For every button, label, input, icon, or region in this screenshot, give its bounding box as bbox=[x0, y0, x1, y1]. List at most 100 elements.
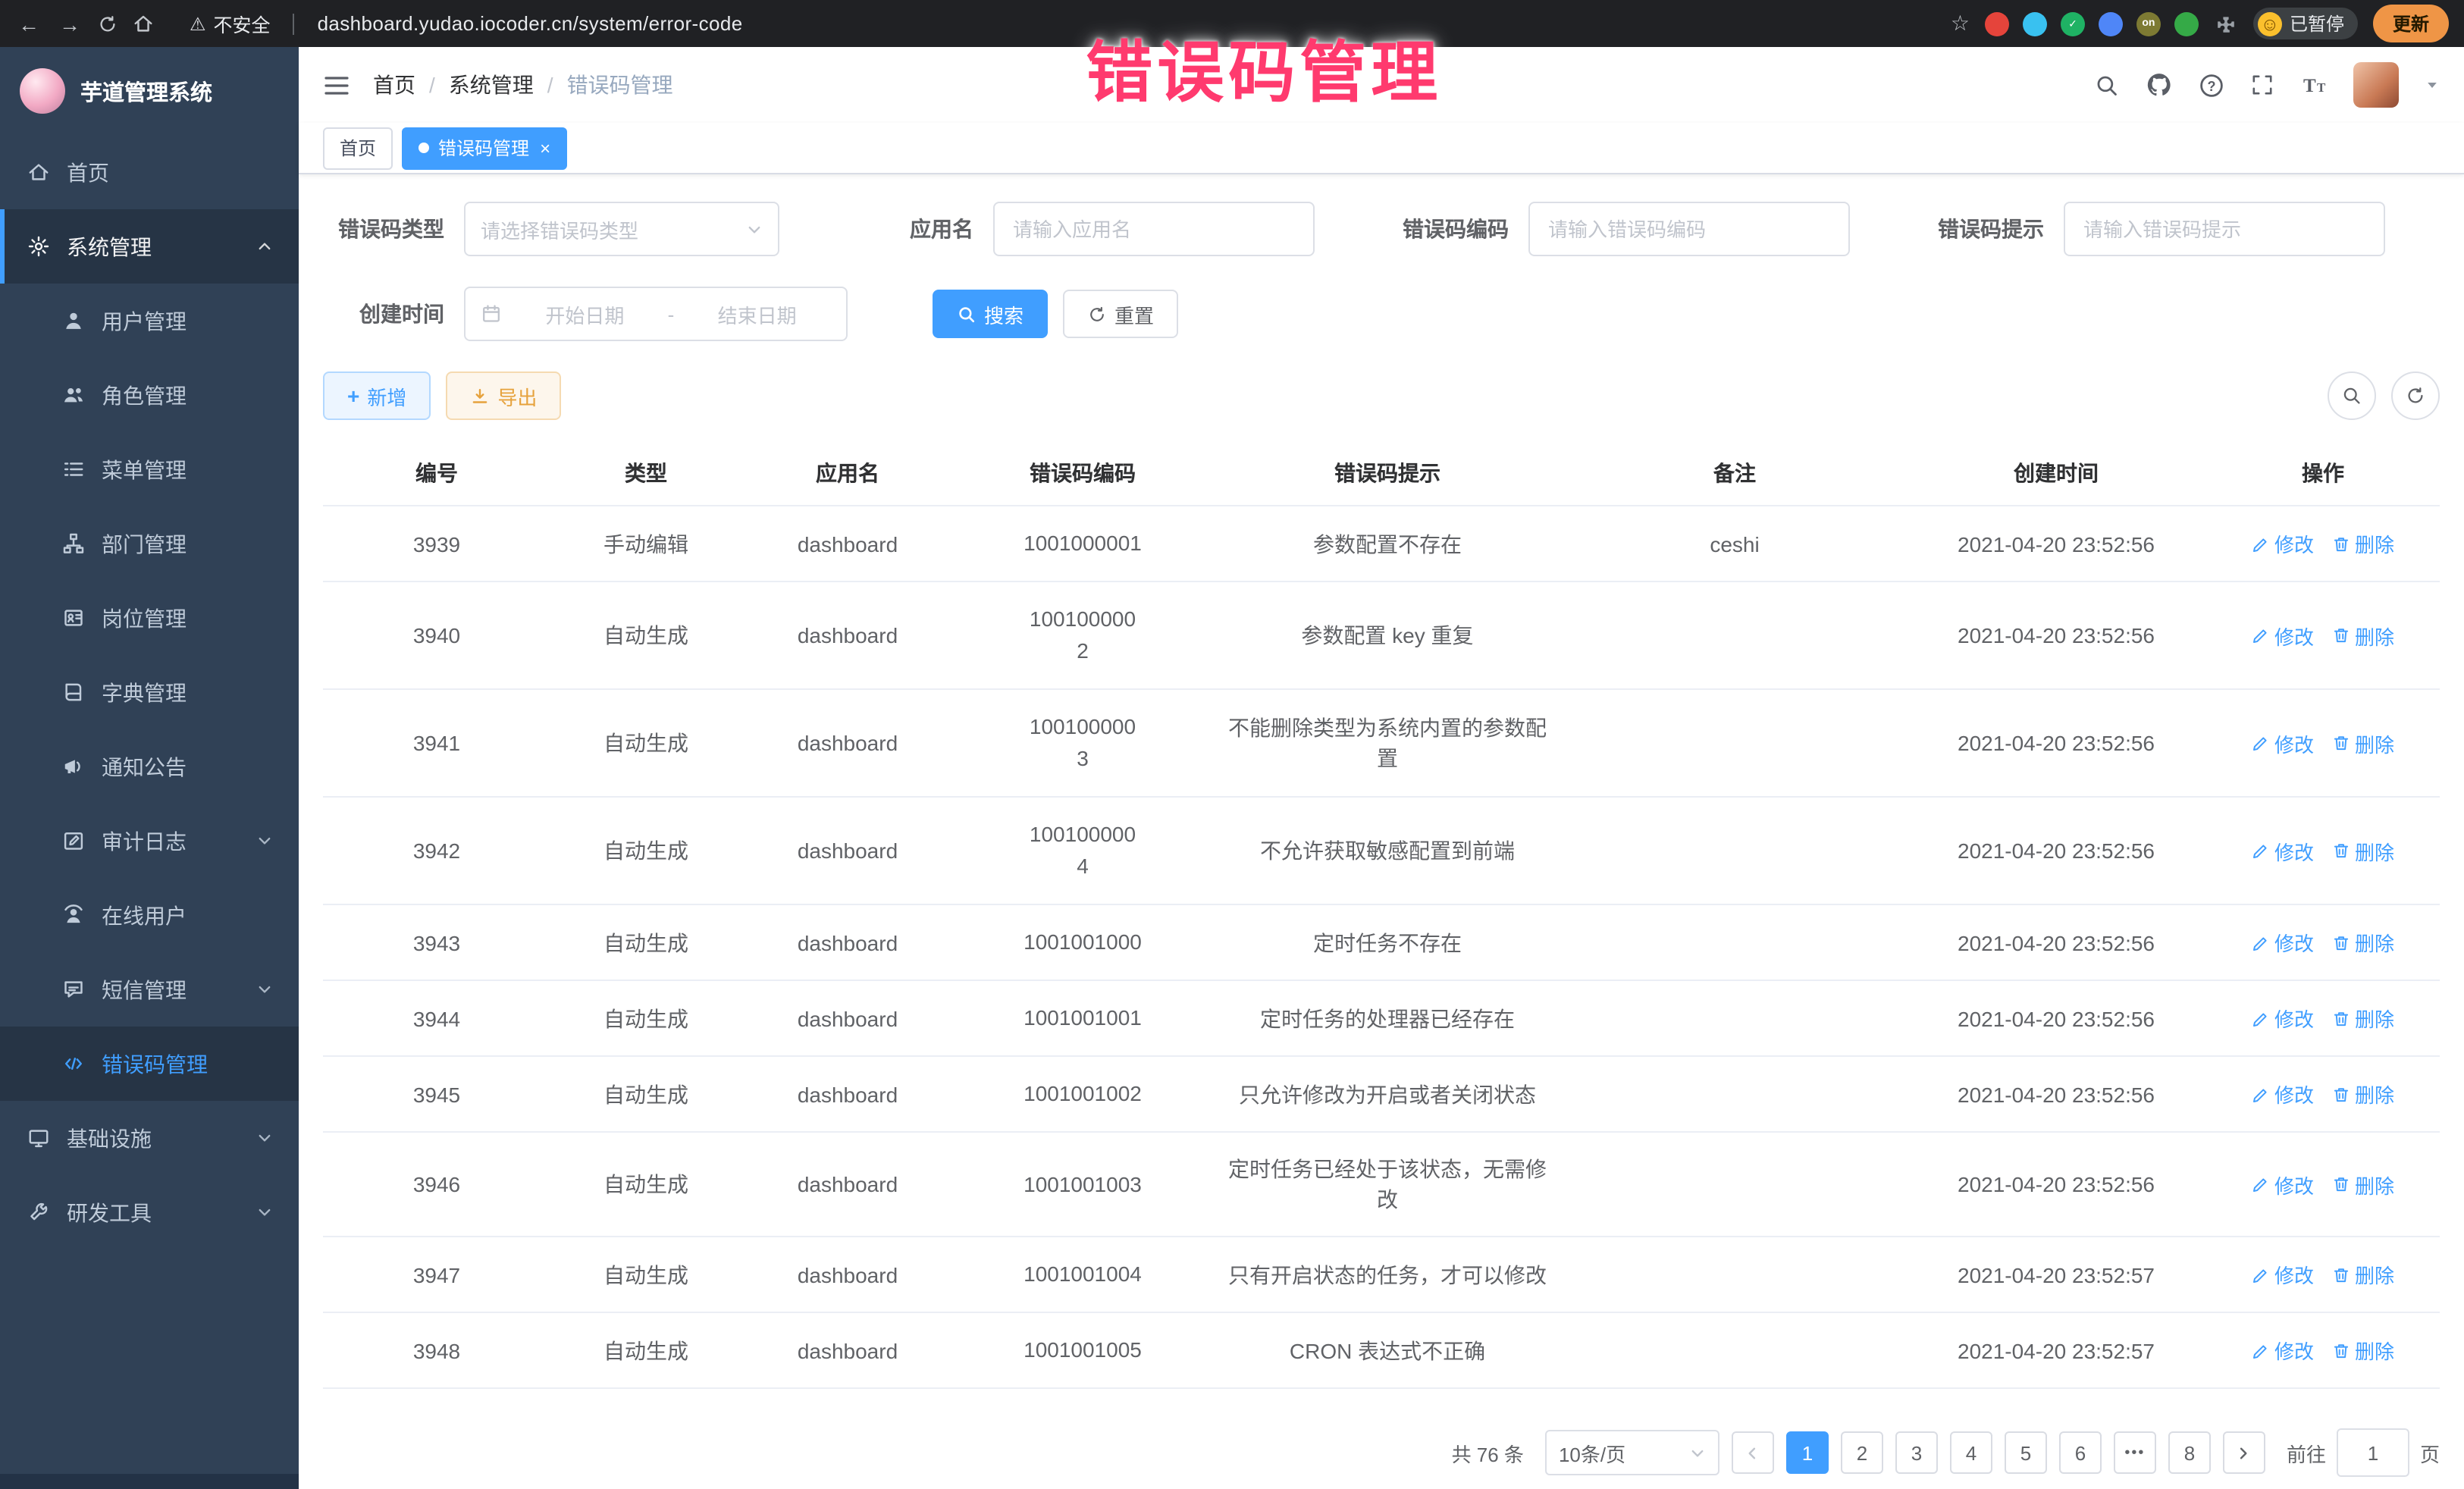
sidebar-item-infra[interactable]: 基础设施 bbox=[0, 1101, 299, 1175]
fullscreen-icon[interactable] bbox=[2250, 73, 2274, 97]
page-button-6[interactable]: 6 bbox=[2059, 1431, 2102, 1474]
sidebar-item-system[interactable]: 系统管理 bbox=[0, 209, 299, 284]
edit-link[interactable]: 修改 bbox=[2252, 621, 2314, 650]
people-extension-icon[interactable] bbox=[2099, 11, 2123, 36]
code-icon bbox=[61, 1052, 86, 1075]
export-button[interactable]: 导出 bbox=[446, 371, 561, 420]
delete-link[interactable]: 删除 bbox=[2332, 1260, 2394, 1289]
sidebar-item-menus[interactable]: 菜单管理 bbox=[0, 432, 299, 506]
sidebar-item-errcode[interactable]: 错误码管理 bbox=[0, 1027, 299, 1101]
page-button-2[interactable]: 2 bbox=[1841, 1431, 1883, 1474]
help-icon[interactable]: ? bbox=[2199, 72, 2224, 98]
goto-page-input[interactable] bbox=[2337, 1428, 2409, 1477]
url-text[interactable]: dashboard.yudao.iocoder.cn/system/error-… bbox=[318, 12, 743, 35]
hamburger-icon[interactable] bbox=[323, 74, 350, 96]
edit-link[interactable]: 修改 bbox=[2252, 928, 2314, 957]
edit-link[interactable]: 修改 bbox=[2252, 529, 2314, 558]
delete-link[interactable]: 删除 bbox=[2332, 1080, 2394, 1108]
edit-link[interactable]: 修改 bbox=[2252, 1260, 2314, 1289]
delete-link[interactable]: 删除 bbox=[2332, 836, 2394, 865]
prev-page-button[interactable] bbox=[1732, 1431, 1774, 1474]
sidebar-item-online[interactable]: 在线用户 bbox=[0, 878, 299, 952]
delete-link[interactable]: 删除 bbox=[2332, 1170, 2394, 1199]
security-indicator[interactable]: ⚠ 不安全 bbox=[190, 9, 271, 38]
date-range-picker[interactable]: 开始日期 - 结束日期 bbox=[464, 287, 848, 341]
cell-app: dashboard bbox=[741, 1056, 954, 1132]
goto-label: 前往 bbox=[2287, 1438, 2326, 1467]
column-header: 创建时间 bbox=[1906, 441, 2206, 506]
app-logo[interactable]: 芋道管理系统 bbox=[0, 47, 299, 135]
calendar-icon bbox=[481, 303, 502, 324]
forward-icon[interactable]: → bbox=[56, 11, 83, 36]
sidebar-item-devtools[interactable]: 研发工具 bbox=[0, 1175, 299, 1249]
delete-link[interactable]: 删除 bbox=[2332, 1004, 2394, 1033]
edit-link[interactable]: 修改 bbox=[2252, 1004, 2314, 1033]
home-icon[interactable] bbox=[132, 12, 155, 35]
error-hint-input[interactable] bbox=[2064, 202, 2385, 256]
reload-icon[interactable] bbox=[97, 13, 118, 34]
edit-link[interactable]: 修改 bbox=[2252, 1170, 2314, 1199]
sidebar-item-dict[interactable]: 字典管理 bbox=[0, 655, 299, 729]
breadcrumb-item[interactable]: 系统管理 bbox=[449, 70, 534, 100]
search-button[interactable]: 搜索 bbox=[933, 290, 1048, 338]
record-extension-icon[interactable] bbox=[1985, 11, 2009, 36]
delete-link[interactable]: 删除 bbox=[2332, 621, 2394, 650]
add-button[interactable]: + 新增 bbox=[323, 371, 431, 420]
column-header: 错误码提示 bbox=[1212, 441, 1563, 506]
sidebar-item-posts[interactable]: 岗位管理 bbox=[0, 581, 299, 655]
svg-text:?: ? bbox=[2207, 78, 2215, 93]
page-button-3[interactable]: 3 bbox=[1895, 1431, 1938, 1474]
table-row: 3945自动生成dashboard1001001002只允许修改为开启或者关闭状… bbox=[323, 1056, 2440, 1132]
page-size-select[interactable]: 10条/页 bbox=[1545, 1430, 1719, 1475]
next-page-button[interactable] bbox=[2223, 1431, 2265, 1474]
chat-icon bbox=[61, 978, 86, 1001]
sidebar-item-sms[interactable]: 短信管理 bbox=[0, 952, 299, 1027]
sidebar-item-audit[interactable]: 审计日志 bbox=[0, 804, 299, 878]
page-button-4[interactable]: 4 bbox=[1950, 1431, 1992, 1474]
check-extension-icon[interactable]: ✓ bbox=[2061, 11, 2085, 36]
tab-首页[interactable]: 首页 bbox=[323, 127, 393, 169]
edit-link[interactable]: 修改 bbox=[2252, 729, 2314, 757]
puzzle-extensions-icon[interactable] bbox=[2214, 11, 2238, 36]
sidebar-item-depts[interactable]: 部门管理 bbox=[0, 506, 299, 581]
pager-more-button[interactable]: ••• bbox=[2114, 1431, 2156, 1474]
font-size-icon[interactable]: TT bbox=[2300, 73, 2328, 97]
app-name-input[interactable] bbox=[993, 202, 1315, 256]
back-icon[interactable]: ← bbox=[15, 11, 42, 36]
drop-extension-icon[interactable] bbox=[2023, 11, 2047, 36]
sidebar-item-notice[interactable]: 通知公告 bbox=[0, 729, 299, 804]
page-button-8[interactable]: 8 bbox=[2168, 1431, 2211, 1474]
reset-button[interactable]: 重置 bbox=[1063, 290, 1178, 338]
page-button-5[interactable]: 5 bbox=[2005, 1431, 2047, 1474]
search-icon[interactable] bbox=[2094, 72, 2120, 98]
trash-icon bbox=[2332, 734, 2350, 752]
on-badge-extension-icon[interactable]: on bbox=[2136, 11, 2161, 36]
delete-link[interactable]: 删除 bbox=[2332, 729, 2394, 757]
edit-link[interactable]: 修改 bbox=[2252, 836, 2314, 865]
delete-link[interactable]: 删除 bbox=[2332, 529, 2394, 558]
error-type-select[interactable]: 请选择错误码类型 bbox=[464, 202, 779, 256]
sidebar-item-label: 用户管理 bbox=[102, 306, 187, 336]
browser-update-button[interactable]: 更新 bbox=[2373, 5, 2449, 42]
paw-extension-icon[interactable] bbox=[2174, 11, 2199, 36]
delete-link[interactable]: 删除 bbox=[2332, 928, 2394, 957]
bookmark-star-icon[interactable]: ☆ bbox=[1951, 11, 1970, 36]
tab-错误码管理[interactable]: 错误码管理× bbox=[402, 127, 567, 169]
breadcrumb-item[interactable]: 首页 bbox=[373, 70, 415, 100]
page-button-1[interactable]: 1 bbox=[1786, 1431, 1829, 1474]
refresh-table-button[interactable] bbox=[2391, 371, 2440, 420]
edit-link[interactable]: 修改 bbox=[2252, 1336, 2314, 1365]
user-avatar[interactable] bbox=[2353, 62, 2399, 108]
sidebar-item-home[interactable]: 首页 bbox=[0, 135, 299, 209]
github-icon[interactable] bbox=[2146, 71, 2173, 99]
profile-chip[interactable]: ☺ 已暂停 bbox=[2253, 8, 2358, 39]
cell-hint: 不允许获取敏感配置到前端 bbox=[1212, 797, 1563, 904]
chevron-down-icon[interactable] bbox=[2425, 77, 2440, 92]
sidebar-item-roles[interactable]: 角色管理 bbox=[0, 358, 299, 432]
delete-link[interactable]: 删除 bbox=[2332, 1336, 2394, 1365]
sidebar-item-users[interactable]: 用户管理 bbox=[0, 284, 299, 358]
toggle-search-button[interactable] bbox=[2328, 371, 2376, 420]
tab-close-icon[interactable]: × bbox=[540, 139, 550, 157]
edit-link[interactable]: 修改 bbox=[2252, 1080, 2314, 1108]
error-code-input[interactable] bbox=[1528, 202, 1850, 256]
